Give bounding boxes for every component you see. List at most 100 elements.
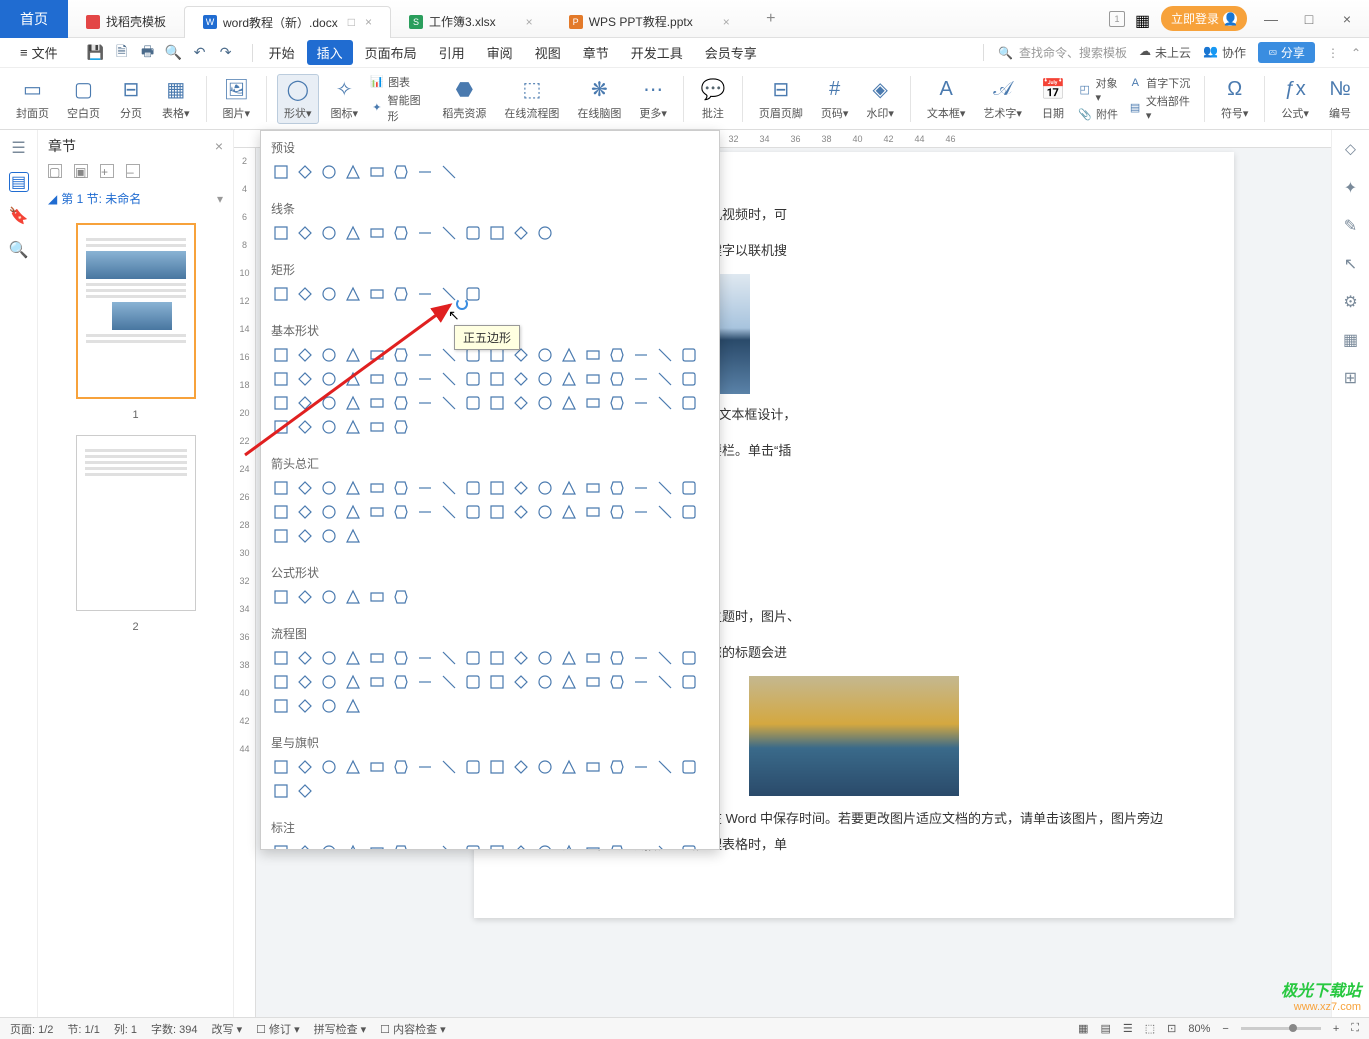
shape-cell[interactable] — [511, 223, 531, 243]
shape-cell[interactable] — [511, 393, 531, 413]
shape-cell[interactable] — [487, 502, 507, 522]
shape-cell[interactable] — [295, 162, 315, 182]
shape-cell[interactable] — [415, 369, 435, 389]
shape-cell[interactable] — [295, 587, 315, 607]
shape-cell[interactable] — [463, 842, 483, 850]
view-print-icon[interactable]: ▦ — [1078, 1022, 1088, 1035]
shape-cell[interactable] — [439, 842, 459, 850]
shape-cell[interactable] — [367, 393, 387, 413]
shape-cell[interactable] — [367, 478, 387, 498]
shape-cell[interactable] — [559, 478, 579, 498]
shape-cell[interactable] — [535, 478, 555, 498]
shape-cell[interactable] — [511, 757, 531, 777]
side-tool-add-icon[interactable]: + — [100, 164, 114, 178]
shape-cell[interactable] — [511, 648, 531, 668]
apps-icon[interactable]: ▦ — [1135, 11, 1151, 27]
shape-cell[interactable] — [295, 393, 315, 413]
shape-cell[interactable] — [535, 672, 555, 692]
shape-cell[interactable] — [607, 345, 627, 365]
shape-cell[interactable] — [391, 478, 411, 498]
shape-cell[interactable] — [415, 478, 435, 498]
file-menu[interactable]: ≡ 文件 — [8, 41, 70, 64]
ribbon-symbol[interactable]: Ω符号▾ — [1215, 75, 1255, 123]
shape-cell[interactable] — [319, 417, 339, 437]
shape-cell[interactable] — [367, 284, 387, 304]
shape-cell[interactable] — [319, 393, 339, 413]
shape-cell[interactable] — [487, 672, 507, 692]
shape-cell[interactable] — [463, 478, 483, 498]
find-icon[interactable]: 🔍 — [9, 240, 29, 260]
shape-cell[interactable] — [607, 369, 627, 389]
status-words[interactable]: 字数: 394 — [151, 1021, 197, 1037]
shape-cell[interactable] — [487, 369, 507, 389]
shape-cell[interactable] — [631, 393, 651, 413]
shape-cell[interactable] — [583, 345, 603, 365]
shape-cell[interactable] — [415, 393, 435, 413]
shape-cell[interactable] — [607, 648, 627, 668]
sections-icon[interactable]: ▤ — [9, 172, 29, 192]
shape-cell[interactable] — [679, 345, 699, 365]
shape-cell[interactable] — [295, 223, 315, 243]
shape-cell[interactable] — [607, 757, 627, 777]
shape-cell[interactable] — [271, 502, 291, 522]
document-image[interactable] — [749, 676, 959, 796]
shape-cell[interactable] — [439, 393, 459, 413]
side-tool-expand-icon[interactable]: ▣ — [74, 164, 88, 178]
menu-会员专享[interactable]: 会员专享 — [695, 40, 767, 65]
more-icon[interactable]: ⋮ — [1327, 46, 1339, 60]
shape-cell[interactable] — [583, 369, 603, 389]
shape-cell[interactable] — [487, 757, 507, 777]
shape-cell[interactable] — [487, 842, 507, 850]
shape-cell[interactable] — [535, 393, 555, 413]
menu-页面布局[interactable]: 页面布局 — [355, 40, 427, 65]
shape-cell[interactable] — [271, 369, 291, 389]
shape-cell[interactable] — [295, 757, 315, 777]
workspace-icon[interactable]: 1 — [1109, 11, 1125, 27]
shape-cell[interactable] — [511, 672, 531, 692]
shape-cell[interactable] — [271, 478, 291, 498]
view-outline-icon[interactable]: ☰ — [1123, 1022, 1133, 1035]
status-page[interactable]: 页面: 1/2 — [10, 1021, 53, 1037]
shape-cell[interactable] — [343, 162, 363, 182]
shape-cell[interactable] — [679, 502, 699, 522]
shape-cell[interactable] — [535, 842, 555, 850]
shape-cell[interactable] — [367, 345, 387, 365]
shape-cell[interactable] — [391, 587, 411, 607]
menu-开发工具[interactable]: 开发工具 — [621, 40, 693, 65]
shape-cell[interactable] — [535, 502, 555, 522]
shape-cell[interactable] — [535, 345, 555, 365]
shape-cell[interactable] — [679, 648, 699, 668]
ribbon-blank[interactable]: ▢空白页 — [61, 75, 106, 123]
shape-cell[interactable] — [319, 672, 339, 692]
shape-cell[interactable] — [271, 648, 291, 668]
shape-cell[interactable] — [295, 417, 315, 437]
vertical-ruler[interactable]: 2468101214161820222426283032343638404244 — [234, 148, 256, 1017]
shape-cell[interactable] — [415, 757, 435, 777]
view-web-icon[interactable]: ▤ — [1100, 1022, 1110, 1035]
shape-cell[interactable] — [343, 648, 363, 668]
shape-cell[interactable] — [295, 781, 315, 801]
shape-cell[interactable] — [583, 757, 603, 777]
print-preview-icon[interactable]: 🔍 — [166, 45, 182, 61]
settings-icon[interactable]: ⚙ — [1341, 292, 1361, 312]
login-button[interactable]: 立即登录 👤 — [1161, 6, 1247, 31]
shape-cell[interactable] — [463, 369, 483, 389]
shape-cell[interactable] — [271, 162, 291, 182]
shape-cell[interactable] — [607, 842, 627, 850]
ribbon-chart[interactable]: 📊图表 — [370, 74, 430, 90]
shape-cell[interactable] — [367, 417, 387, 437]
status-spell[interactable]: 拼写检查 ▾ — [314, 1021, 367, 1037]
shape-cell[interactable] — [295, 526, 315, 546]
shape-cell[interactable] — [391, 502, 411, 522]
shape-cell[interactable] — [511, 502, 531, 522]
shape-cell[interactable] — [271, 842, 291, 850]
undo-icon[interactable]: ↶ — [192, 45, 208, 61]
shape-cell[interactable] — [319, 757, 339, 777]
shape-cell[interactable] — [631, 502, 651, 522]
shape-cell[interactable] — [559, 672, 579, 692]
shape-cell[interactable] — [271, 345, 291, 365]
section-item[interactable]: ◢ 第 1 节: 未命名 ▾ — [38, 184, 233, 213]
shape-cell[interactable] — [343, 345, 363, 365]
shape-cell[interactable] — [415, 672, 435, 692]
shape-cell[interactable] — [535, 369, 555, 389]
